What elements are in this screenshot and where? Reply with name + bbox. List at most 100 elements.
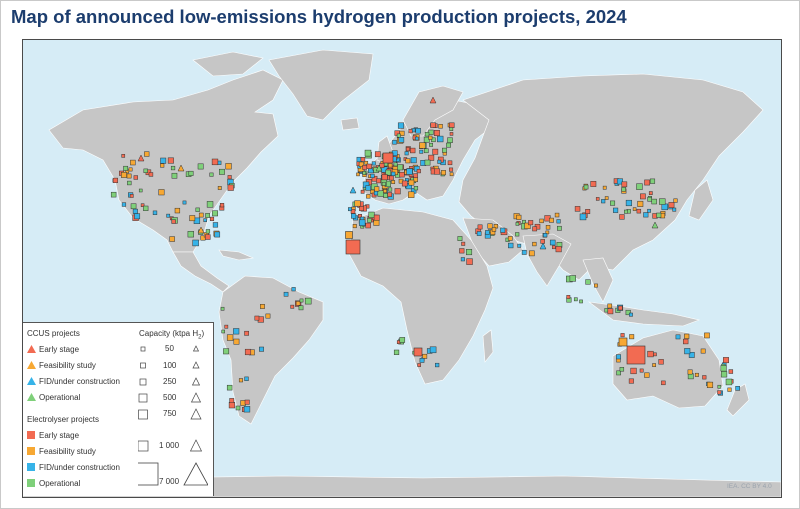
project-marker (723, 357, 729, 364)
project-marker (449, 167, 454, 172)
credit-text: IEA. CC BY 4.0 (727, 483, 772, 490)
project-marker (265, 313, 271, 319)
project-marker (174, 207, 181, 214)
project-marker (640, 193, 646, 200)
project-marker (205, 229, 211, 234)
project-marker (428, 135, 433, 140)
project-marker (259, 346, 264, 352)
project-marker (377, 190, 384, 197)
large-project-marker (345, 239, 361, 255)
project-marker (393, 162, 398, 167)
project-marker (415, 136, 419, 141)
project-marker (203, 218, 207, 222)
project-marker (192, 239, 199, 247)
project-marker (148, 172, 154, 177)
project-marker (233, 338, 240, 345)
project-marker (405, 158, 411, 164)
project-marker (130, 159, 136, 166)
project-marker (419, 358, 425, 363)
project-marker (244, 376, 249, 381)
project-marker (629, 312, 633, 317)
project-marker (209, 216, 215, 221)
project-marker (393, 349, 400, 355)
project-marker (517, 243, 522, 248)
project-marker (365, 185, 371, 191)
project-marker (391, 180, 396, 184)
project-marker (579, 299, 583, 304)
capacity-square-250 (139, 378, 147, 386)
project-marker (720, 365, 727, 372)
project-marker (228, 402, 236, 409)
legend-elec-operational-icon (27, 479, 35, 487)
project-marker (158, 189, 165, 196)
project-marker (423, 148, 429, 154)
project-marker (126, 173, 132, 179)
project-marker (169, 236, 175, 242)
project-marker (429, 346, 437, 354)
legend-ccus-operational-icon (27, 393, 36, 401)
project-marker (133, 175, 138, 180)
project-marker (594, 283, 598, 288)
indonesia-islands (587, 301, 701, 327)
project-marker (437, 159, 442, 164)
project-marker (675, 334, 681, 340)
project-marker (221, 329, 225, 334)
project-marker (226, 384, 233, 391)
project-marker (651, 198, 657, 205)
project-marker (437, 135, 444, 143)
project-marker (224, 324, 229, 329)
legend-elec-feasibility-icon (27, 447, 35, 455)
project-marker (244, 399, 250, 405)
project-marker (373, 214, 380, 221)
project-marker (700, 348, 706, 354)
capacity-label-750: 750 (163, 409, 177, 418)
arctic-islands (192, 51, 264, 77)
project-marker (217, 186, 222, 190)
project-marker (392, 139, 397, 145)
project-marker (381, 174, 388, 181)
large-project-marker (413, 347, 423, 357)
project-marker (389, 175, 394, 181)
project-marker (291, 287, 296, 292)
project-marker (543, 233, 548, 238)
project-marker (583, 184, 589, 190)
project-marker (354, 200, 361, 207)
project-marker (720, 371, 728, 378)
project-marker (661, 203, 668, 211)
map-title: Map of announced low-emissions hydrogen … (11, 6, 627, 27)
project-marker (653, 352, 657, 357)
project-marker (579, 213, 587, 221)
central-america-landmass (172, 251, 230, 293)
project-marker (485, 230, 490, 235)
project-marker (121, 154, 126, 158)
project-marker (410, 157, 417, 164)
project-marker (405, 147, 410, 152)
project-marker (295, 301, 301, 306)
capacity-triangle-250 (191, 377, 201, 386)
project-marker (508, 242, 514, 249)
project-marker (728, 369, 734, 374)
project-marker (373, 219, 380, 226)
project-marker (188, 170, 194, 176)
project-marker (399, 171, 405, 178)
project-marker (379, 163, 385, 168)
project-marker (432, 148, 439, 155)
project-marker (408, 179, 415, 186)
project-marker (694, 372, 699, 377)
project-marker (429, 142, 433, 147)
project-marker (673, 198, 678, 203)
legend-elec-feasibility-label: Feasibility study (39, 447, 96, 456)
project-marker (545, 225, 551, 230)
project-marker (381, 181, 386, 186)
project-marker (555, 246, 562, 253)
project-marker (397, 122, 405, 129)
project-marker (166, 213, 171, 218)
project-marker (649, 178, 656, 184)
project-marker (364, 149, 372, 157)
project-marker (422, 353, 428, 359)
project-marker (620, 333, 625, 338)
project-marker (170, 165, 176, 171)
capacity-triangle-50 (192, 345, 200, 352)
project-marker (461, 241, 466, 246)
project-marker (226, 334, 234, 341)
